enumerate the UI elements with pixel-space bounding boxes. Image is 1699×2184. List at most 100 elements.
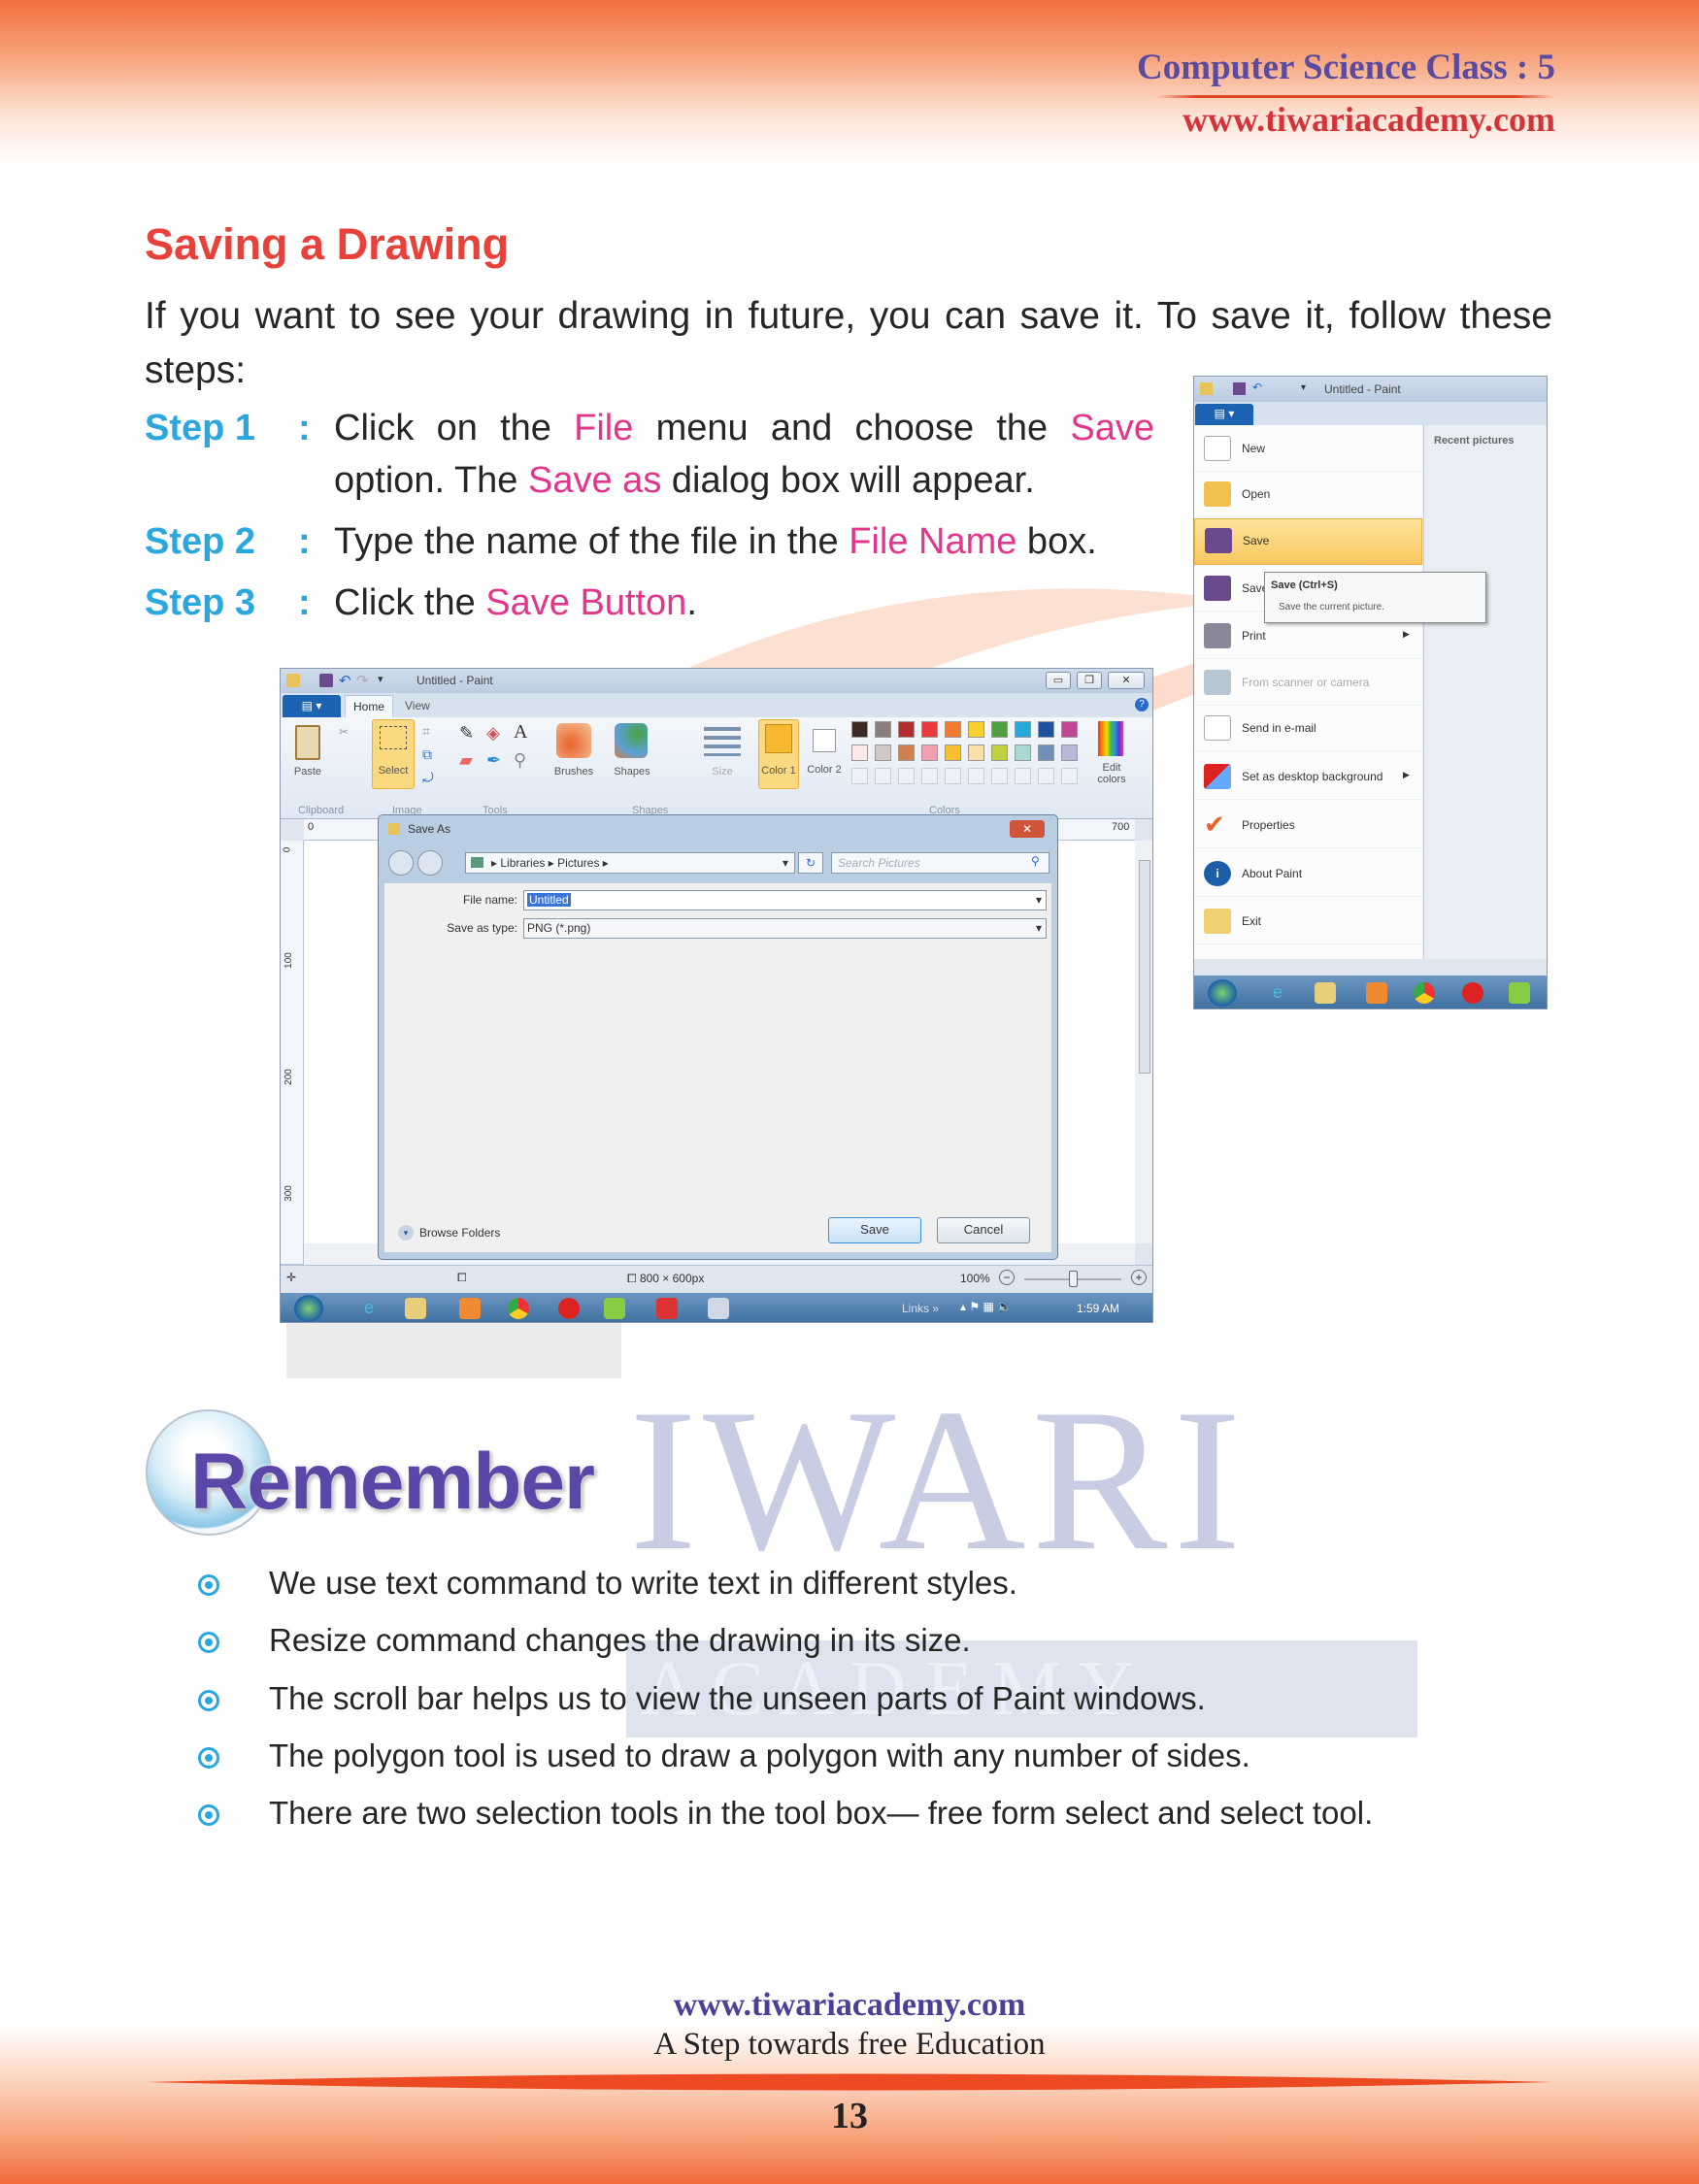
empty-color-swatch[interactable]	[1061, 768, 1078, 784]
maximize-button[interactable]: ❐	[1077, 672, 1102, 689]
menu-item-desktop-background[interactable]: Set as desktop background ▶	[1194, 755, 1422, 800]
empty-color-swatch[interactable]	[1038, 768, 1054, 784]
app-icon[interactable]	[604, 1298, 625, 1319]
header-url[interactable]: www.tiwariacademy.com	[1183, 99, 1555, 140]
dropdown-arrow-icon[interactable]: ▾	[1036, 893, 1042, 907]
save-type-select[interactable]: PNG (*.png) ▾	[523, 918, 1047, 939]
paint-taskbar-icon[interactable]	[708, 1298, 729, 1319]
color-swatch[interactable]	[1038, 745, 1054, 761]
edit-colors-label[interactable]: Edit colors	[1088, 762, 1135, 785]
rotate-icon[interactable]: ⤾	[422, 770, 434, 786]
internet-explorer-icon[interactable]: e	[1267, 982, 1288, 1004]
menu-item-properties[interactable]: ✔ Properties	[1194, 804, 1422, 848]
color-picker-icon[interactable]: ✒	[486, 750, 501, 771]
dialog-close-button[interactable]: ✕	[1010, 820, 1045, 838]
app-icon[interactable]	[1509, 982, 1530, 1004]
color-swatch[interactable]	[1015, 745, 1031, 761]
file-name-input[interactable]: Untitled ▾	[523, 890, 1047, 910]
file-menu-button[interactable]: ▤ ▾	[1195, 404, 1253, 425]
chrome-icon[interactable]	[1414, 982, 1435, 1004]
media-player-icon[interactable]	[459, 1298, 481, 1319]
internet-explorer-icon[interactable]: e	[358, 1298, 380, 1319]
color2-button[interactable]: Color 2	[803, 719, 846, 789]
customize-toolbar-icon[interactable]: ▾	[1301, 382, 1306, 393]
color1-button[interactable]: Color 1	[758, 719, 799, 789]
empty-color-swatch[interactable]	[968, 768, 984, 784]
size-icon[interactable]	[704, 727, 741, 756]
color-swatch[interactable]	[1061, 745, 1078, 761]
undo-icon[interactable]: ↶	[1252, 381, 1262, 394]
chrome-icon[interactable]	[508, 1298, 529, 1319]
color-swatch[interactable]	[1015, 721, 1031, 738]
start-button[interactable]	[294, 1295, 323, 1322]
explorer-icon[interactable]	[1315, 982, 1336, 1004]
customize-toolbar-icon[interactable]: ▾	[378, 673, 383, 685]
shapes-icon[interactable]	[615, 723, 648, 758]
color-swatch[interactable]	[921, 745, 938, 761]
color-swatch[interactable]	[991, 721, 1008, 738]
paste-label[interactable]: Paste	[285, 766, 330, 778]
shapes-label[interactable]: Shapes	[607, 766, 657, 778]
menu-item-scanner[interactable]: From scanner or camera	[1194, 661, 1422, 706]
color-swatch[interactable]	[945, 721, 961, 738]
empty-color-swatch[interactable]	[945, 768, 961, 784]
save-icon[interactable]	[1233, 382, 1246, 395]
opera-icon[interactable]	[1462, 982, 1483, 1004]
refresh-icon[interactable]: ↻	[798, 852, 823, 874]
select-button[interactable]: Select	[372, 719, 415, 789]
empty-color-swatch[interactable]	[921, 768, 938, 784]
color-swatch[interactable]	[898, 745, 915, 761]
breadcrumb[interactable]: ▸ Libraries ▸ Pictures ▸ ▾	[465, 852, 795, 874]
text-tool-icon[interactable]: A	[514, 721, 527, 744]
empty-color-swatch[interactable]	[898, 768, 915, 784]
fill-icon[interactable]: ◈	[486, 723, 500, 744]
color-swatch[interactable]	[1061, 721, 1078, 738]
minimize-button[interactable]: ▭	[1046, 672, 1071, 689]
pdf-reader-icon[interactable]	[656, 1298, 678, 1319]
browse-folders-button[interactable]: Browse Folders	[419, 1226, 500, 1240]
empty-color-swatch[interactable]	[991, 768, 1008, 784]
magnifier-icon[interactable]: ⚲	[514, 750, 526, 771]
menu-item-exit[interactable]: Exit	[1194, 900, 1422, 944]
color-swatch[interactable]	[875, 721, 891, 738]
back-button[interactable]	[388, 850, 414, 876]
resize-icon[interactable]: ⧉	[422, 746, 432, 763]
empty-color-swatch[interactable]	[875, 768, 891, 784]
redo-icon[interactable]: ↷	[356, 672, 369, 689]
empty-color-swatch[interactable]	[1015, 768, 1031, 784]
color-swatch[interactable]	[875, 745, 891, 761]
clock[interactable]: 1:59 AM	[1077, 1302, 1119, 1315]
cancel-button[interactable]: Cancel	[937, 1217, 1030, 1243]
menu-item-save[interactable]: Save	[1194, 518, 1422, 565]
search-input[interactable]: Search Pictures	[831, 852, 1049, 874]
brushes-label[interactable]: Brushes	[549, 766, 599, 778]
scroll-thumb[interactable]	[1139, 860, 1150, 1074]
dropdown-arrow-icon[interactable]: ▾	[783, 853, 788, 873]
vertical-scrollbar[interactable]	[1135, 841, 1152, 1243]
links-toolbar[interactable]: Links »	[902, 1302, 939, 1315]
brushes-icon[interactable]	[556, 723, 591, 758]
color-swatch[interactable]	[945, 745, 961, 761]
color-swatch[interactable]	[1038, 721, 1054, 738]
size-label[interactable]: Size	[698, 766, 747, 778]
zoom-slider[interactable]	[1024, 1271, 1121, 1287]
paste-icon[interactable]	[295, 725, 320, 760]
zoom-out-button[interactable]: −	[999, 1270, 1015, 1285]
save-icon[interactable]	[319, 674, 333, 687]
menu-item-about[interactable]: i About Paint	[1194, 852, 1422, 897]
tray-icons[interactable]: ▴ ⚑ ▦ 🔈	[960, 1300, 1012, 1313]
save-button[interactable]: Save	[828, 1217, 921, 1243]
breadcrumb-item[interactable]: Libraries	[500, 856, 545, 870]
menu-item-email[interactable]: Send in e-mail	[1194, 707, 1422, 751]
opera-icon[interactable]	[558, 1298, 580, 1319]
dropdown-arrow-icon[interactable]: ▾	[1036, 921, 1042, 935]
color-swatch[interactable]	[968, 721, 984, 738]
file-menu-button[interactable]: ▤ ▾	[283, 695, 341, 717]
tab-view[interactable]: View	[405, 699, 430, 712]
pencil-icon[interactable]: ✎	[459, 723, 474, 744]
color-swatch[interactable]	[851, 745, 868, 761]
expand-icon[interactable]: ▾	[398, 1225, 414, 1241]
zoom-in-button[interactable]: +	[1131, 1270, 1147, 1285]
zoom-slider-thumb[interactable]	[1069, 1271, 1078, 1287]
empty-color-swatch[interactable]	[851, 768, 868, 784]
